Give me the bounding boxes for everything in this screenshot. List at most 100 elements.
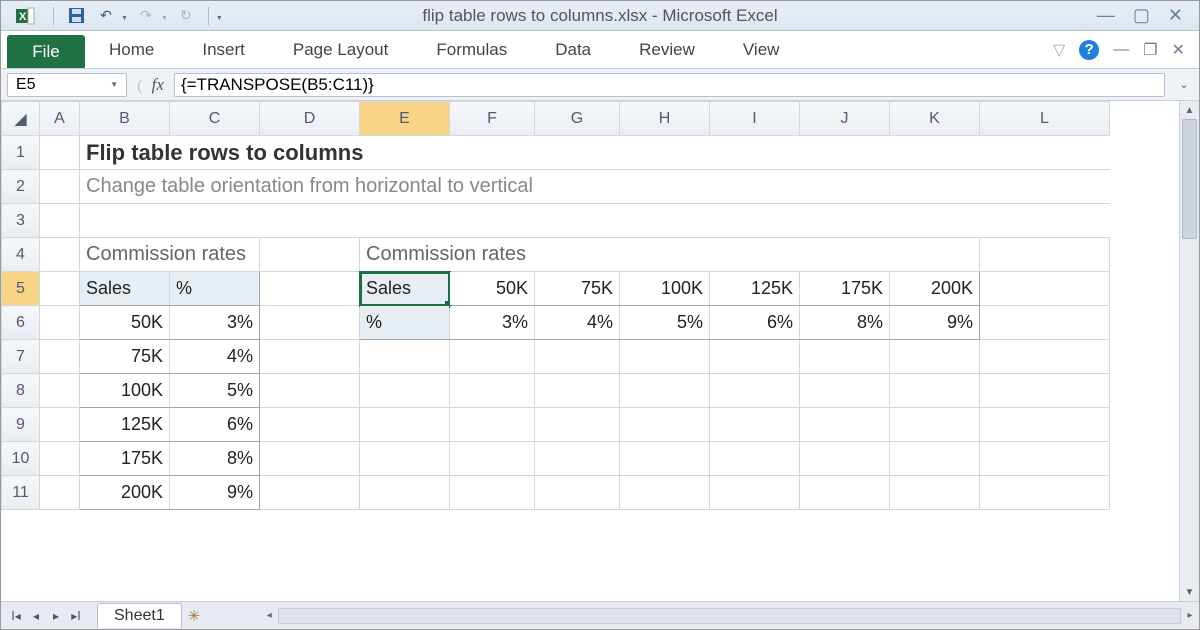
row-header[interactable]: 11	[2, 476, 40, 510]
scroll-down-icon[interactable]: ▼	[1180, 583, 1199, 601]
title-bar: X ↶▼ ↷▼ ↻ ▼ flip table rows to columns.x…	[1, 1, 1199, 31]
col-header[interactable]: I	[710, 102, 800, 136]
name-box-dropdown-icon[interactable]: ▼	[110, 80, 118, 89]
cell[interactable]: 175K	[80, 442, 170, 476]
doc-restore-icon[interactable]: ❐	[1143, 40, 1157, 60]
formula-expand-icon[interactable]: ⌄	[1175, 78, 1193, 91]
help-icon[interactable]: ?	[1079, 40, 1099, 60]
cell[interactable]: %	[360, 306, 450, 340]
tab-home[interactable]: Home	[85, 31, 178, 68]
sheet-nav-buttons[interactable]: ꓲ◂ ◂ ▸ ▸ꓲ	[1, 609, 91, 623]
cell[interactable]: 5%	[170, 374, 260, 408]
new-sheet-icon[interactable]: ✳	[188, 607, 201, 625]
nav-next-icon[interactable]: ▸	[47, 609, 65, 623]
worksheet-grid[interactable]: ◢ A B C D E F G H I J K L 1 Flip table r…	[1, 101, 1110, 510]
cell[interactable]: 50K	[80, 306, 170, 340]
section-label: Commission rates	[86, 243, 246, 265]
cell[interactable]: 6%	[170, 408, 260, 442]
col-header[interactable]: G	[535, 102, 620, 136]
cell[interactable]: %	[170, 272, 260, 306]
cell[interactable]: 100K	[620, 272, 710, 306]
row-header[interactable]: 8	[2, 374, 40, 408]
tab-insert[interactable]: Insert	[178, 31, 269, 68]
cell[interactable]: 5%	[620, 306, 710, 340]
col-header[interactable]: A	[40, 102, 80, 136]
tab-view[interactable]: View	[719, 31, 804, 68]
cell[interactable]: 9%	[890, 306, 980, 340]
undo-icon[interactable]: ↶	[94, 5, 118, 27]
row-header[interactable]: 7	[2, 340, 40, 374]
col-header[interactable]: C	[170, 102, 260, 136]
row-header[interactable]: 6	[2, 306, 40, 340]
cell[interactable]: 75K	[80, 340, 170, 374]
active-cell[interactable]: Sales	[360, 272, 450, 306]
col-header[interactable]: H	[620, 102, 710, 136]
select-all-corner[interactable]: ◢	[2, 102, 40, 136]
cell[interactable]: 125K	[710, 272, 800, 306]
excel-app-icon[interactable]: X	[7, 1, 43, 31]
cell[interactable]: Sales	[80, 272, 170, 306]
cell[interactable]: 200K	[80, 476, 170, 510]
cell[interactable]: 100K	[80, 374, 170, 408]
cell[interactable]: 200K	[890, 272, 980, 306]
col-header[interactable]: F	[450, 102, 535, 136]
tab-formulas[interactable]: Formulas	[412, 31, 531, 68]
scroll-right-icon[interactable]: ▸	[1181, 610, 1199, 621]
col-header[interactable]: J	[800, 102, 890, 136]
maximize-icon[interactable]: ▢	[1133, 5, 1150, 26]
doc-minimize-icon[interactable]: ―	[1113, 41, 1129, 59]
cell[interactable]: 75K	[535, 272, 620, 306]
repeat-icon[interactable]: ↻	[174, 5, 198, 27]
formula-input[interactable]: {=TRANSPOSE(B5:C11)}	[174, 73, 1165, 97]
file-tab[interactable]: File	[7, 35, 85, 68]
horizontal-scrollbar[interactable]: ◂ ▸	[200, 608, 1199, 624]
cell[interactable]: 3%	[450, 306, 535, 340]
cell[interactable]: 3%	[170, 306, 260, 340]
col-header[interactable]: D	[260, 102, 360, 136]
cell[interactable]: 50K	[450, 272, 535, 306]
page-title: Flip table rows to columns	[86, 140, 363, 165]
name-box[interactable]: E5 ▼	[7, 73, 127, 97]
nav-last-icon[interactable]: ▸ꓲ	[67, 609, 85, 623]
nav-first-icon[interactable]: ꓲ◂	[7, 609, 25, 623]
row-header[interactable]: 10	[2, 442, 40, 476]
row-header[interactable]: 2	[2, 170, 40, 204]
nav-prev-icon[interactable]: ◂	[27, 609, 45, 623]
cell[interactable]: 8%	[170, 442, 260, 476]
col-header[interactable]: E	[360, 102, 450, 136]
tab-data[interactable]: Data	[531, 31, 615, 68]
page-subtitle: Change table orientation from horizontal…	[86, 175, 533, 197]
row-header[interactable]: 5	[2, 272, 40, 306]
scroll-left-icon[interactable]: ◂	[260, 610, 278, 621]
row-header[interactable]: 3	[2, 204, 40, 238]
sheet-tab-bar: ꓲ◂ ◂ ▸ ▸ꓲ Sheet1 ✳ ◂ ▸	[1, 601, 1199, 629]
tab-review[interactable]: Review	[615, 31, 719, 68]
cell[interactable]: 4%	[535, 306, 620, 340]
fx-icon[interactable]: fx	[152, 75, 164, 95]
redo-icon[interactable]: ↷	[134, 5, 158, 27]
col-header[interactable]: K	[890, 102, 980, 136]
vertical-scrollbar[interactable]: ▲ ▼	[1179, 101, 1199, 601]
col-header[interactable]: B	[80, 102, 170, 136]
close-icon[interactable]: ✕	[1168, 5, 1183, 26]
scroll-thumb[interactable]	[1182, 119, 1197, 239]
scroll-up-icon[interactable]: ▲	[1180, 101, 1199, 119]
ribbon-caret-icon[interactable]: ▽	[1053, 40, 1065, 60]
tab-page-layout[interactable]: Page Layout	[269, 31, 412, 68]
cell[interactable]: 125K	[80, 408, 170, 442]
save-icon[interactable]	[64, 5, 88, 27]
row-header[interactable]: 9	[2, 408, 40, 442]
doc-close-icon[interactable]: ✕	[1172, 40, 1185, 60]
sheet-tab[interactable]: Sheet1	[97, 603, 182, 628]
row-header[interactable]: 1	[2, 136, 40, 170]
cell[interactable]: 8%	[800, 306, 890, 340]
col-header[interactable]: L	[980, 102, 1110, 136]
formula-content: {=TRANSPOSE(B5:C11)}	[181, 75, 374, 95]
cell[interactable]: 175K	[800, 272, 890, 306]
cell[interactable]: 6%	[710, 306, 800, 340]
cell[interactable]: 4%	[170, 340, 260, 374]
cell[interactable]: 9%	[170, 476, 260, 510]
row-header[interactable]: 4	[2, 238, 40, 272]
section-label: Commission rates	[366, 243, 526, 265]
minimize-icon[interactable]: ―	[1097, 5, 1115, 26]
